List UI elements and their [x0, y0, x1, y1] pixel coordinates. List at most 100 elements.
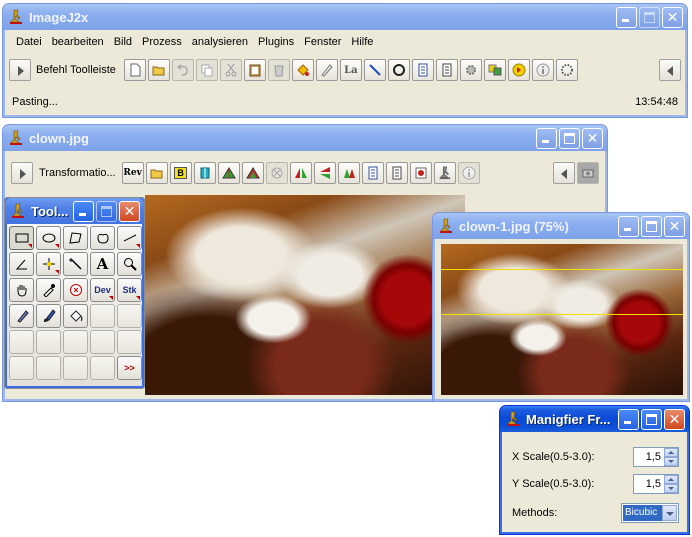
freehand-tool-icon[interactable]: [90, 226, 115, 250]
minimize-button[interactable]: [618, 215, 639, 237]
settings-icon[interactable]: [459, 59, 482, 81]
options-icon[interactable]: [555, 59, 578, 81]
maximize-button[interactable]: [641, 215, 662, 237]
open-folder-icon[interactable]: [145, 162, 168, 184]
label-icon[interactable]: La: [339, 59, 362, 81]
y-scale-increment-button[interactable]: [664, 475, 678, 484]
wand-tool-icon[interactable]: [63, 252, 88, 276]
tools-titlebar[interactable]: Tool... ✕: [5, 198, 144, 224]
triangle-icon[interactable]: [217, 162, 240, 184]
selection-rectangle[interactable]: [441, 269, 683, 315]
clown1-image-canvas[interactable]: [441, 244, 683, 395]
y-scale-spinner[interactable]: 1,5: [633, 474, 679, 494]
flip-horizontal-icon[interactable]: [289, 162, 312, 184]
document-icon[interactable]: [385, 162, 408, 184]
y-scale-decrement-button[interactable]: [664, 484, 678, 493]
more-tools-button[interactable]: >>: [117, 356, 142, 380]
info-icon[interactable]: [531, 59, 554, 81]
toolbar-expand-button[interactable]: [11, 162, 33, 184]
dropper-tool-icon[interactable]: [36, 278, 61, 302]
minimize-button[interactable]: [73, 200, 94, 222]
close-button[interactable]: ✕: [664, 215, 685, 237]
pen-icon[interactable]: [315, 59, 338, 81]
polygon-tool-icon[interactable]: [63, 226, 88, 250]
new-file-icon[interactable]: [123, 59, 146, 81]
mirror-icon[interactable]: [337, 162, 360, 184]
minimize-button[interactable]: [618, 408, 639, 430]
cut-icon[interactable]: [219, 59, 242, 81]
maximize-button[interactable]: [559, 127, 580, 149]
line-tool-icon[interactable]: [117, 226, 142, 250]
maximize-button[interactable]: [96, 200, 117, 222]
minimize-button[interactable]: [536, 127, 557, 149]
reverse-button[interactable]: Rev: [121, 162, 144, 184]
menu-plugins[interactable]: Plugins: [253, 36, 299, 48]
menu-prozess[interactable]: Prozess: [137, 36, 187, 48]
magnifier-titlebar[interactable]: Manigfier Fr... ✕: [500, 406, 689, 432]
menu-hilfe[interactable]: Hilfe: [346, 36, 378, 48]
x-scale-value[interactable]: 1,5: [634, 448, 664, 466]
pencil-tool-icon[interactable]: [9, 304, 34, 328]
developer-menu-button[interactable]: Dev: [90, 278, 115, 302]
menu-analysieren[interactable]: analysieren: [187, 36, 253, 48]
x-scale-spinner[interactable]: 1,5: [633, 447, 679, 467]
delete-icon[interactable]: [267, 59, 290, 81]
magnifier-tool-icon[interactable]: [117, 252, 142, 276]
triangle-icon[interactable]: [241, 162, 264, 184]
rectangle-tool-icon[interactable]: [9, 226, 34, 250]
document-icon[interactable]: [411, 59, 434, 81]
x-scale-increment-button[interactable]: [664, 448, 678, 457]
close-button[interactable]: ✕: [664, 408, 685, 430]
line-icon[interactable]: [363, 59, 386, 81]
fill-icon[interactable]: [291, 59, 314, 81]
x-scale-decrement-button[interactable]: [664, 457, 678, 466]
stop-icon[interactable]: [409, 162, 432, 184]
toolbar-expand-button[interactable]: [9, 59, 31, 81]
rotate-icon[interactable]: [265, 162, 288, 184]
close-button[interactable]: ✕: [582, 127, 603, 149]
hand-tool-icon[interactable]: [9, 278, 34, 302]
stack-menu-button[interactable]: Stk: [117, 278, 142, 302]
menu-fenster[interactable]: Fenster: [299, 36, 346, 48]
document-icon[interactable]: [361, 162, 384, 184]
document-icon[interactable]: [435, 59, 458, 81]
menu-datei[interactable]: Datei: [11, 36, 47, 48]
oval-tool-icon[interactable]: [36, 226, 61, 250]
clown1-titlebar[interactable]: clown-1.jpg (75%) ✕: [433, 213, 689, 239]
menu-bild[interactable]: Bild: [109, 36, 137, 48]
close-button[interactable]: ✕: [662, 6, 683, 28]
minimize-button[interactable]: [616, 6, 637, 28]
y-scale-value[interactable]: 1,5: [634, 475, 664, 493]
microscope-icon[interactable]: [433, 162, 456, 184]
brush-tool-icon[interactable]: [36, 304, 61, 328]
open-folder-icon[interactable]: [147, 59, 170, 81]
info-icon[interactable]: [457, 162, 480, 184]
b-icon[interactable]: B: [169, 162, 192, 184]
paste-icon[interactable]: [243, 59, 266, 81]
flip-vertical-icon[interactable]: [313, 162, 336, 184]
point-tool-icon[interactable]: [36, 252, 61, 276]
circle-icon[interactable]: [387, 59, 410, 81]
camera-icon[interactable]: [577, 162, 599, 184]
menu-bearbeiten[interactable]: bearbeiten: [47, 36, 109, 48]
methods-dropdown[interactable]: Bicubic: [621, 503, 679, 523]
undo-icon[interactable]: [171, 59, 194, 81]
main-titlebar[interactable]: ImageJ2x ✕: [3, 4, 687, 30]
color-icon[interactable]: [507, 59, 530, 81]
close-button[interactable]: ✕: [119, 200, 140, 222]
angle-tool-icon[interactable]: [9, 252, 34, 276]
clown-titlebar[interactable]: clown.jpg ✕: [3, 125, 607, 151]
toolbar-collapse-button[interactable]: [659, 59, 681, 81]
flip-icon[interactable]: [193, 162, 216, 184]
maximize-button[interactable]: [641, 408, 662, 430]
maximize-button[interactable]: [639, 6, 660, 28]
copy-icon[interactable]: [195, 59, 218, 81]
clown-image-canvas[interactable]: [145, 195, 465, 395]
toolbar-collapse-button[interactable]: [553, 162, 575, 184]
chevron-down-icon[interactable]: [662, 505, 677, 521]
eraser-tool-icon[interactable]: [63, 278, 88, 302]
flood-fill-tool-icon[interactable]: [63, 304, 88, 328]
text-tool-icon[interactable]: A: [90, 252, 115, 276]
methods-selected-value[interactable]: Bicubic: [623, 505, 662, 521]
layers-icon[interactable]: [483, 59, 506, 81]
